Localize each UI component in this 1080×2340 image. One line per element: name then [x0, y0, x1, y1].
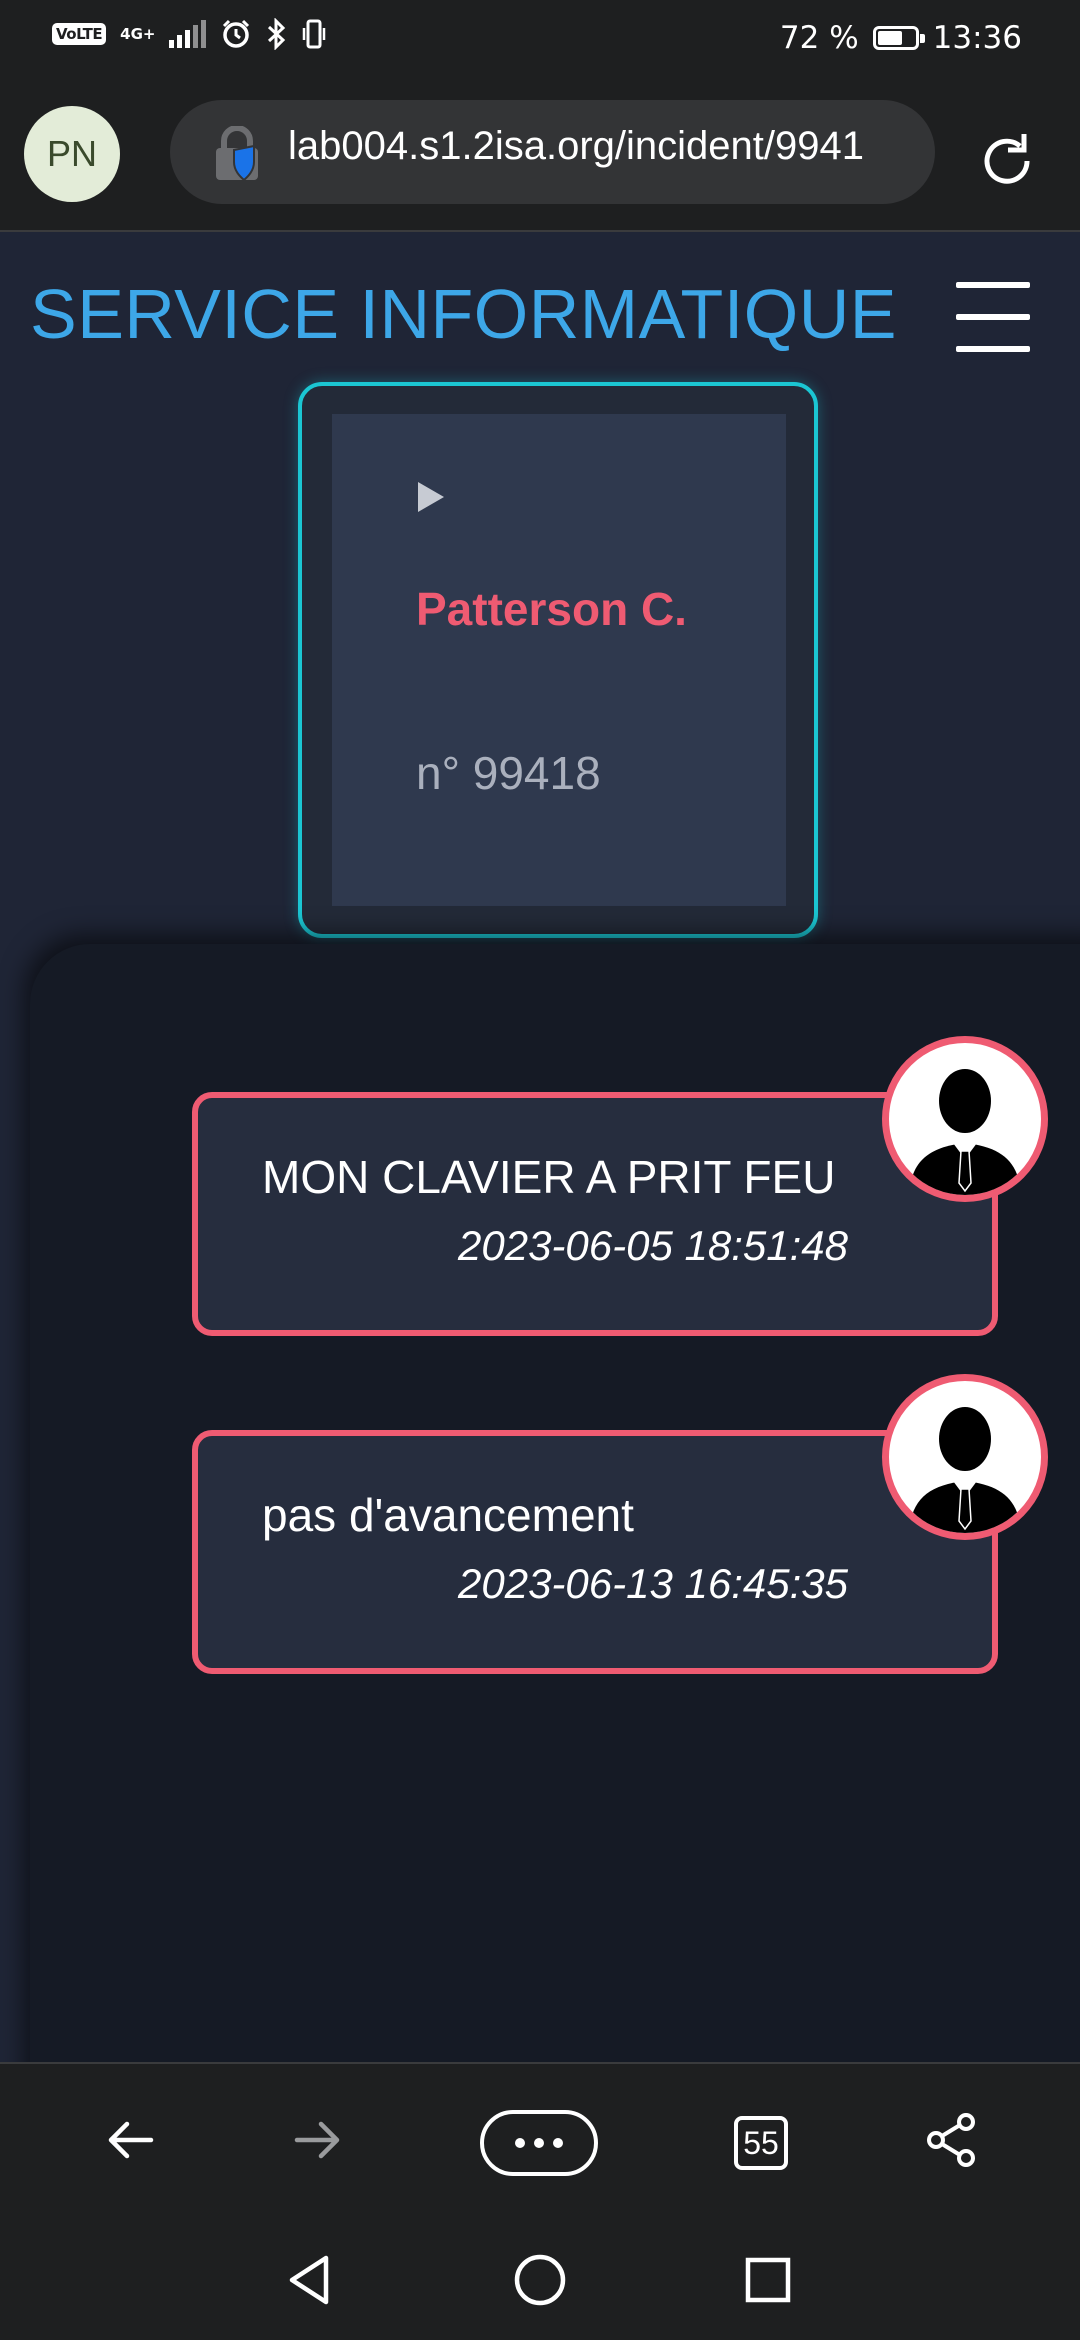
system-home-icon[interactable] — [512, 2252, 568, 2308]
incident-card[interactable]: Patterson C. n° 99418 — [298, 382, 818, 938]
bluetooth-icon — [268, 18, 286, 50]
system-navigation-bar — [0, 2210, 1080, 2340]
incident-number: n° 99418 — [416, 747, 601, 799]
incident-card-body: Patterson C. n° 99418 — [332, 414, 786, 906]
user-avatar-icon — [882, 1374, 1048, 1540]
play-icon[interactable] — [416, 480, 446, 514]
share-icon[interactable] — [924, 2112, 980, 2168]
reload-icon[interactable] — [972, 126, 1042, 196]
requester-name: Patterson C. — [416, 583, 687, 635]
message-bubble: pas d'avancement 2023-06-13 16:45:35 — [192, 1374, 1048, 1674]
signal-icon — [169, 20, 207, 48]
back-arrow-icon[interactable] — [105, 2120, 155, 2160]
message-text: MON CLAVIER A PRIT FEU — [262, 1151, 836, 1203]
status-icons-left: VoLTE 4G+ — [52, 18, 326, 50]
browser-toolbar: PN lab004.s1.2isa.org/incident/9941 — [0, 76, 1080, 232]
volte-icon: VoLTE — [52, 23, 107, 45]
system-back-icon[interactable] — [286, 2254, 334, 2306]
system-recents-icon[interactable] — [744, 2256, 792, 2304]
share-button[interactable] — [912, 2100, 992, 2180]
message-timestamp: 2023-06-13 16:45:35 — [458, 1560, 848, 1607]
hamburger-icon[interactable] — [956, 282, 1032, 352]
vibrate-icon — [303, 19, 326, 49]
forward-arrow-icon[interactable] — [293, 2120, 343, 2160]
back-button[interactable] — [90, 2100, 170, 2180]
network-type-icon: 4G+ — [120, 25, 156, 43]
tabs-icon[interactable]: 55 — [734, 2116, 788, 2170]
message-timestamp: 2023-06-05 18:51:48 — [458, 1222, 848, 1269]
user-avatar-icon — [882, 1036, 1048, 1202]
forward-button[interactable] — [278, 2100, 358, 2180]
message-text: pas d'avancement — [262, 1489, 634, 1541]
lock-icon[interactable] — [210, 126, 264, 182]
site-title: SERVICE INFORMATIQUE — [30, 275, 897, 353]
alarm-icon — [223, 19, 250, 48]
status-icons-right: 72 % 13:36 — [780, 20, 1022, 56]
battery-fill — [877, 31, 903, 45]
clock: 13:36 — [932, 20, 1022, 56]
message-bubble: MON CLAVIER A PRIT FEU 2023-06-05 18:51:… — [192, 1036, 1048, 1336]
status-bar: VoLTE 4G+ 72 % 13:36 — [0, 0, 1080, 76]
battery-icon — [872, 26, 925, 50]
page-content: SERVICE INFORMATIQUE Patterson C. n° 994… — [0, 232, 1080, 2062]
message-panel: MON CLAVIER A PRIT FEU 2023-06-05 18:51:… — [30, 944, 1080, 2062]
profile-avatar[interactable]: PN — [24, 106, 120, 202]
address-bar[interactable]: lab004.s1.2isa.org/incident/9941 — [170, 100, 935, 204]
browser-bottom-bar: 55 — [0, 2062, 1080, 2212]
url-text[interactable]: lab004.s1.2isa.org/incident/9941 — [288, 124, 920, 169]
more-icon[interactable] — [480, 2110, 598, 2176]
battery-percent: 72 % — [779, 20, 859, 56]
